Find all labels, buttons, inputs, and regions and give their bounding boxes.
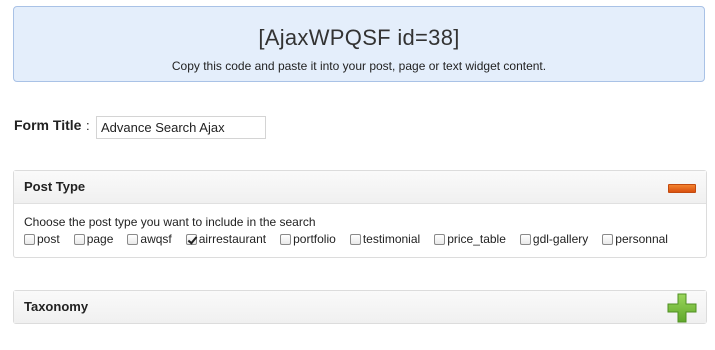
post-type-option[interactable]: price_table (434, 232, 506, 246)
post-type-option-label: airrestaurant (198, 232, 267, 246)
post-type-option[interactable]: airrestaurant (185, 232, 267, 246)
checkbox[interactable] (127, 233, 139, 245)
post-type-panel-title: Post Type (24, 179, 86, 194)
form-title-colon: : (86, 118, 90, 133)
post-type-option-label: price_table (447, 232, 506, 246)
minus-icon[interactable] (668, 184, 696, 193)
form-title-label: Form Title (14, 117, 82, 133)
post-type-option-label: awqsf (140, 232, 172, 246)
post-type-option[interactable]: personnal (602, 232, 668, 246)
plus-icon[interactable] (667, 293, 697, 323)
checkbox[interactable] (349, 233, 361, 245)
taxonomy-panel-header[interactable]: Taxonomy (14, 291, 706, 323)
shortcode-code: [AjaxWPQSF id=38] (258, 25, 460, 50)
taxonomy-panel: Taxonomy (13, 290, 707, 324)
post-type-option[interactable]: gdl-gallery (519, 232, 589, 246)
shortcode-box: [AjaxWPQSF id=38] Copy this code and pas… (13, 6, 705, 82)
checkbox[interactable] (73, 233, 85, 245)
post-type-option-label: portfolio (293, 232, 336, 246)
post-type-option-label: personnal (615, 232, 668, 246)
post-type-option[interactable]: awqsf (127, 232, 172, 246)
post-type-option[interactable]: post (24, 232, 60, 246)
checkbox[interactable] (185, 233, 197, 245)
post-type-option-label: gdl-gallery (532, 232, 589, 246)
form-title-input[interactable] (96, 116, 266, 139)
post-type-panel-header[interactable]: Post Type (14, 171, 706, 204)
checkbox[interactable] (602, 233, 614, 245)
checkbox[interactable] (434, 233, 446, 245)
checkbox[interactable] (280, 233, 292, 245)
post-type-option[interactable]: portfolio (280, 232, 336, 246)
post-type-option[interactable]: testimonial (349, 232, 421, 246)
shortcode-hint: Copy this code and paste it into your po… (171, 59, 547, 73)
post-type-option[interactable]: page (73, 232, 114, 246)
post-type-option-label: page (86, 232, 114, 246)
checkbox[interactable] (24, 233, 35, 245)
post-type-option-label: testimonial (362, 232, 421, 246)
post-type-instruction: Choose the post type you want to include… (24, 215, 316, 229)
post-type-option-label: post (37, 232, 60, 246)
post-type-panel-body: Choose the post type you want to include… (14, 204, 706, 257)
taxonomy-panel-title: Taxonomy (24, 299, 89, 314)
post-type-panel: Post Type Choose the post type you want … (13, 170, 707, 258)
post-type-options: post page awqsf airrestaurant portfolio … (24, 232, 682, 246)
checkbox[interactable] (519, 233, 531, 245)
